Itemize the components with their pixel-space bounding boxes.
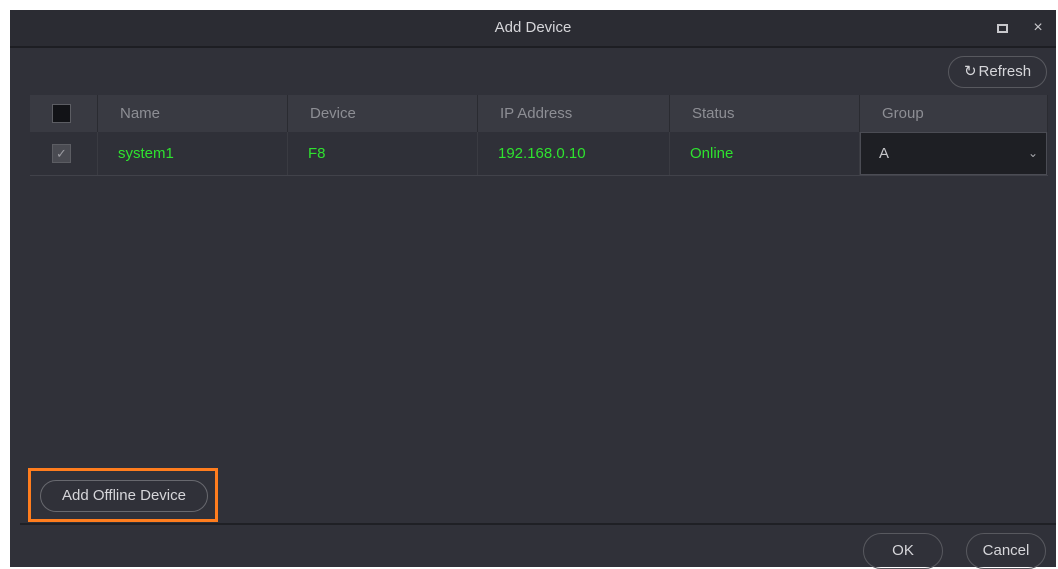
refresh-label: Refresh: [978, 63, 1032, 80]
chevron-down-icon: ⌄: [1027, 146, 1038, 160]
highlight-frame: Add Offline Device: [28, 468, 218, 522]
column-header-ip-address[interactable]: IP Address: [478, 95, 670, 132]
column-header-device[interactable]: Device: [288, 95, 478, 132]
select-all-cell: [30, 95, 98, 132]
close-button[interactable]: ×: [1028, 18, 1048, 38]
cell-status: Online: [670, 132, 860, 175]
select-all-checkbox[interactable]: [52, 104, 71, 123]
group-select[interactable]: A ⌄: [860, 132, 1047, 175]
group-select-value: A: [879, 145, 890, 162]
add-device-dialog: Add Device × ↻ Refresh Name Device IP Add…: [10, 10, 1056, 569]
row-select-cell: ✓: [30, 132, 98, 175]
ok-button[interactable]: OK: [863, 533, 943, 569]
cancel-button[interactable]: Cancel: [966, 533, 1046, 569]
cell-device: F8: [288, 132, 478, 175]
cell-name: system1: [98, 132, 288, 175]
table-header: Name Device IP Address Status Group: [30, 95, 1048, 132]
close-icon: ×: [1033, 19, 1043, 36]
maximize-icon: [996, 23, 1008, 33]
column-header-name[interactable]: Name: [98, 95, 288, 132]
table-row[interactable]: ✓ system1 F8 192.168.0.10 Online A ⌄: [30, 132, 1048, 176]
dialog-title: Add Device: [494, 19, 572, 36]
refresh-button[interactable]: ↻ Refresh: [948, 56, 1047, 88]
add-offline-device-button[interactable]: Add Offline Device: [40, 480, 208, 512]
title-bar: Add Device ×: [10, 10, 1056, 48]
maximize-button[interactable]: [992, 18, 1012, 38]
footer-divider: [20, 523, 1056, 525]
cell-ip-address: 192.168.0.10: [478, 132, 670, 175]
column-header-status[interactable]: Status: [670, 95, 860, 132]
check-icon: ✓: [56, 146, 67, 161]
column-header-group[interactable]: Group: [860, 95, 1048, 132]
refresh-icon: ↻: [963, 63, 977, 80]
row-checkbox[interactable]: ✓: [52, 144, 71, 163]
